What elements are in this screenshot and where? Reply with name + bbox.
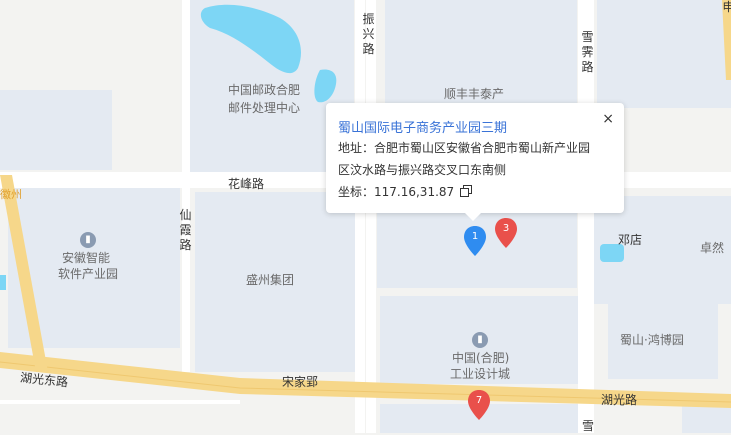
map-marker-3[interactable]: 3 bbox=[494, 218, 518, 250]
area-label-shengzhou: 盛州集团 bbox=[246, 273, 295, 287]
map-marker-1[interactable]: 1 bbox=[463, 226, 487, 258]
popup-tail bbox=[465, 213, 481, 221]
map-canvas[interactable]: 振兴路 雪霁路 花峰路 仙霞路 湖光东路 湖光路 宋家郢 雪 中国邮政合肥 邮件… bbox=[0, 0, 731, 433]
popup-coords: 坐标：117.16,31.87 bbox=[338, 185, 455, 199]
poi-building-icon: ▮ bbox=[472, 332, 488, 348]
marker-label: 3 bbox=[502, 223, 510, 234]
marker-label: 1 bbox=[471, 231, 479, 242]
road-label-songjiayan: 宋家郢 bbox=[282, 375, 319, 389]
map-base bbox=[0, 0, 731, 433]
popup-coords-row: 坐标：117.16,31.87 bbox=[338, 181, 473, 203]
road-label-huafeng: 花峰路 bbox=[228, 177, 265, 191]
popup-address-line1: 地址：合肥市蜀山区安徽省合肥市蜀山新产业园 bbox=[338, 141, 591, 155]
road-label-huguang: 湖光路 bbox=[601, 393, 638, 407]
area-label-dengdian: 邓店 bbox=[618, 233, 643, 247]
map-marker-7[interactable]: 7 bbox=[467, 390, 491, 422]
area-label-anhui-line1: 安徽智能 bbox=[62, 251, 111, 265]
area-label-zhuoran: 卓然 bbox=[700, 241, 725, 255]
popup-address-line2: 区汶水路与振兴路交叉口东南侧 bbox=[338, 163, 507, 177]
road-label-xue-bottom: 雪 bbox=[582, 419, 595, 433]
close-icon[interactable]: × bbox=[602, 111, 614, 127]
marker-label: 7 bbox=[475, 395, 483, 406]
area-label-top-right: 申 bbox=[722, 0, 731, 14]
copy-icon[interactable] bbox=[460, 185, 473, 197]
area-label-post-line1: 中国邮政合肥 bbox=[228, 83, 301, 97]
area-label-post-line2: 邮件处理中心 bbox=[228, 101, 301, 115]
info-popup: 蜀山国际电子商务产业园三期 × 地址：合肥市蜀山区安徽省合肥市蜀山新产业园 区汶… bbox=[326, 103, 624, 221]
road-label-xuefei: 雪霁路 bbox=[581, 30, 594, 74]
area-label-anhui-line2: 软件产业园 bbox=[58, 267, 119, 281]
poi-building-icon: ▮ bbox=[80, 232, 96, 248]
area-label-hongbo: 蜀山·鸿博园 bbox=[620, 333, 684, 347]
area-label-design-line2: 工业设计城 bbox=[450, 367, 511, 381]
road-label-xianxia: 仙霞路 bbox=[179, 208, 192, 252]
popup-title-link[interactable]: 蜀山国际电子商务产业园三期 bbox=[338, 117, 507, 136]
area-label-shunfeng: 顺丰丰泰产 bbox=[444, 87, 505, 101]
area-label-design-line1: 中国(合肥) bbox=[452, 351, 510, 365]
road-label-zhenxing: 振兴路 bbox=[362, 12, 375, 56]
area-label-left-edge: 徽州 bbox=[0, 188, 22, 201]
